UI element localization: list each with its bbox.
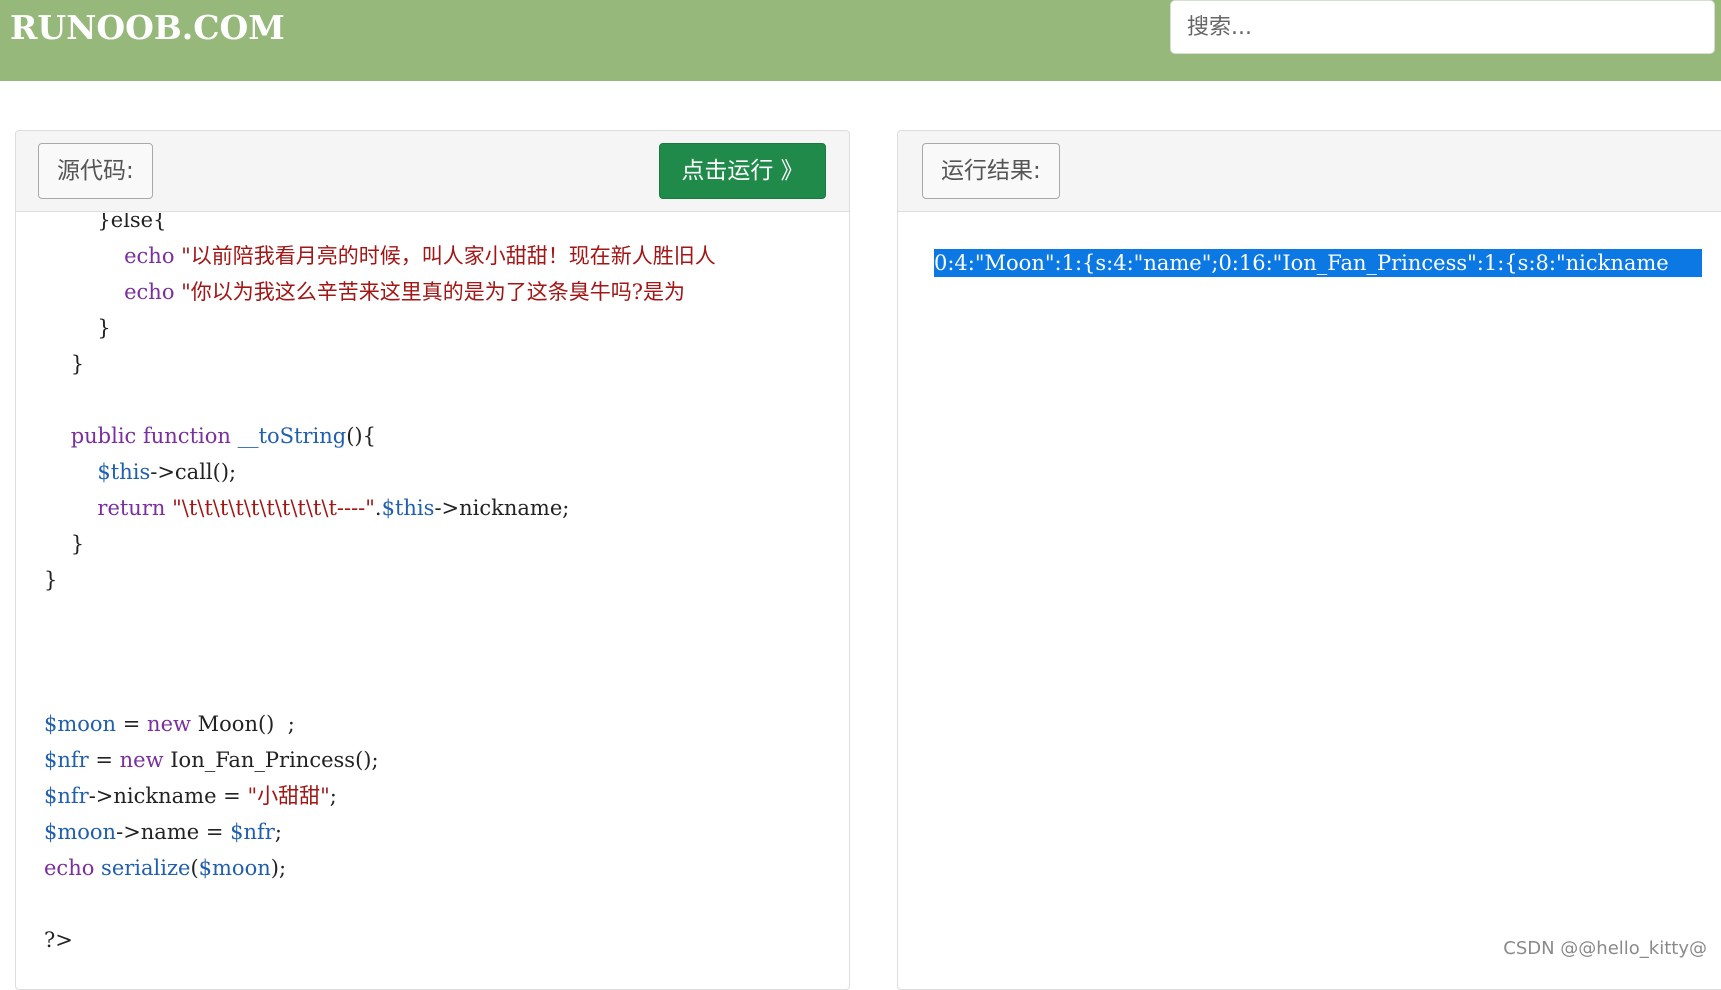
code-editor[interactable]: }else{ echo "以前陪我看月亮的时候，叫人家小甜甜！现在新人胜旧人 e… [16,213,849,989]
watermark: CSDN @@hello_kitty@ [1503,938,1707,959]
code-token: } [44,352,85,376]
code-token: "\t\t\t\t\t\t\t\t\t\t----" [172,496,375,520]
code-token: $moon [44,712,117,736]
result-output-text[interactable]: 0:4:"Moon":1:{s:4:"name";0:16:"Ion_Fan_P… [934,249,1702,277]
source-panel-header: 源代码: 点击运行 》 [16,131,849,212]
code-token: new [119,748,171,772]
code-token: echo [44,244,182,268]
code-line: echo serialize($moon); [44,851,286,885]
code-line: $nfr = new Ion_Fan_Princess(); [44,743,379,777]
code-token: return [44,496,173,520]
code-token: = [116,712,148,736]
code-line: echo "以前陪我看月亮的时候，叫人家小甜甜！现在新人胜旧人 [44,239,716,273]
code-line: } [44,311,111,345]
code-line: $this->call(); [44,455,236,489]
code-token: } [44,568,58,592]
code-token: $this [44,460,151,484]
code-token: ; [274,820,282,844]
code-token: "以前陪我看月亮的时候，叫人家小甜甜！现在新人胜旧人 [181,244,716,268]
code-token: ->call(); [150,460,237,484]
run-button[interactable]: 点击运行 》 [659,143,826,199]
code-token: $moon [44,820,117,844]
source-code-label: 源代码: [38,143,153,199]
code-line: $nfr->nickname = "小甜甜"; [44,779,337,813]
code-token: } [44,316,111,340]
code-line: } [44,563,57,597]
code-token: ( [190,856,199,880]
code-token: }else{ [44,213,167,232]
code-token: ->nickname = [88,784,248,808]
code-line: public function __toString(){ [44,419,376,453]
code-line: $moon = new Moon() ; [44,707,295,741]
code-token: "你以为我这么辛苦来这里真的是为了这条臭牛吗?是为 [181,280,686,304]
code-token: $nfr [44,748,89,772]
result-output-area: 0:4:"Moon":1:{s:4:"name";0:16:"Ion_Fan_P… [898,213,1721,989]
code-token: ; [329,784,337,808]
code-token: . [374,496,382,520]
code-token: echo [44,280,182,304]
code-token: __toString [237,424,347,448]
code-token: } [44,532,85,556]
code-token: new [147,712,198,736]
site-logo[interactable]: RUNOOB.COM [10,6,285,50]
code-token: $this [381,496,435,520]
code-line: echo "你以为我这么辛苦来这里真的是为了这条臭牛吗?是为 [44,275,685,309]
site-header: RUNOOB.COM [0,0,1721,81]
code-line: } [44,347,84,381]
code-token: $moon [198,856,271,880]
code-line: } [44,527,84,561]
code-token: = [88,748,120,772]
code-token: $nfr [230,820,275,844]
code-line: return "\t\t\t\t\t\t\t\t\t\t----".$this-… [44,491,569,525]
code-token: echo [44,856,102,880]
result-label: 运行结果: [922,143,1060,199]
code-token: ?> [44,928,73,952]
code-token: Ion_Fan_Princess(); [170,748,379,772]
code-token: ->nickname; [434,496,570,520]
code-token: ); [270,856,287,880]
code-line: ?> [44,923,73,957]
code-line: }else{ [44,213,166,237]
code-token: serialize [101,856,191,880]
result-panel: 运行结果: 0:4:"Moon":1:{s:4:"name";0:16:"Ion… [897,130,1721,990]
code-token: public function [44,424,238,448]
code-token: "小甜甜" [247,784,330,808]
code-line: $moon->name = $nfr; [44,815,282,849]
code-token: (){ [346,424,376,448]
code-token: ->name = [116,820,231,844]
source-code-panel: 源代码: 点击运行 》 }else{ echo "以前陪我看月亮的时候，叫人家小… [15,130,850,990]
code-token: $nfr [44,784,89,808]
code-token: Moon() ; [197,712,295,736]
result-panel-header: 运行结果: [898,131,1721,212]
search-input[interactable] [1170,0,1715,54]
